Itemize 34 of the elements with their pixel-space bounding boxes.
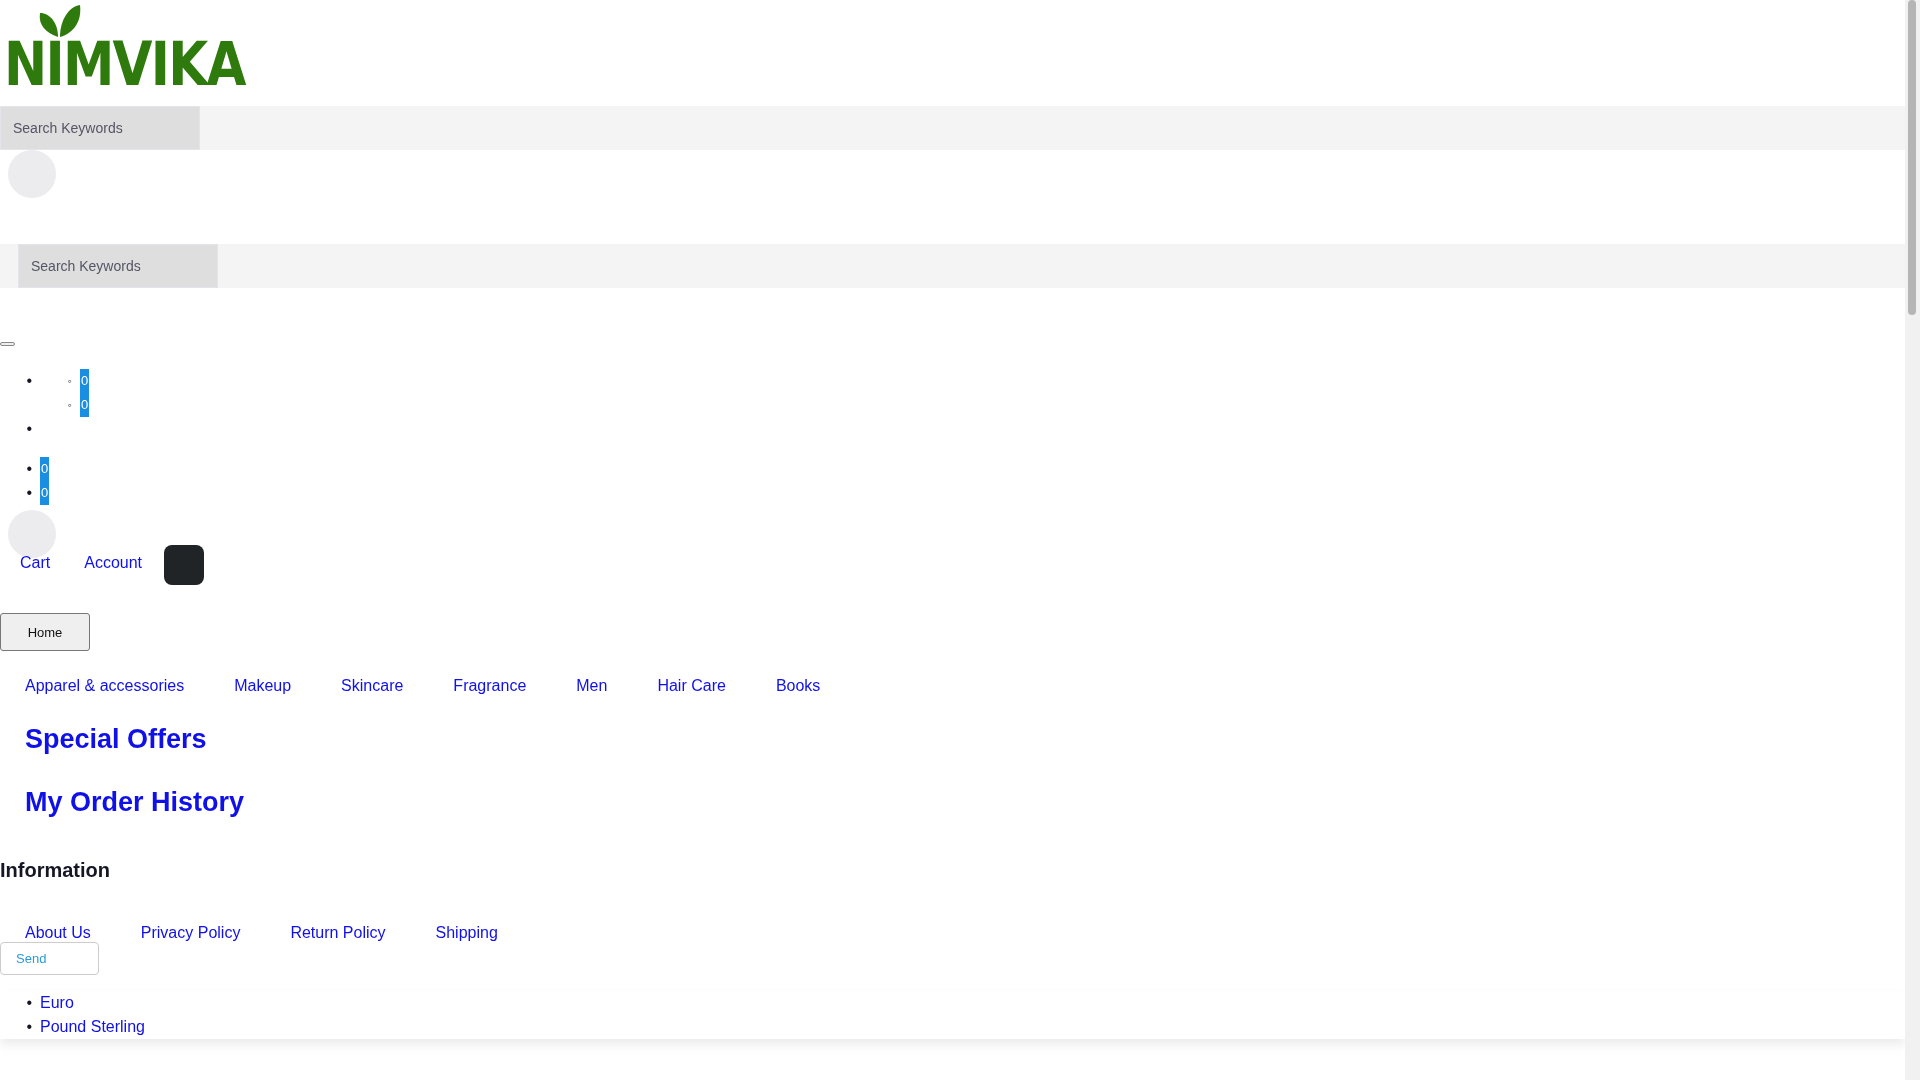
list-bullet: • <box>25 993 33 1013</box>
featured-link[interactable]: My Order History <box>25 786 1905 818</box>
list-bullet: • <box>25 371 33 391</box>
info-link[interactable]: Privacy Policy <box>115 924 266 942</box>
section-heading: Information <box>0 859 111 882</box>
header-link[interactable]: Cart <box>20 554 51 572</box>
info-link[interactable]: Return Policy <box>265 924 411 942</box>
category-link[interactable]: Apparel & accessories <box>0 677 210 695</box>
list-bullet: • <box>25 419 33 439</box>
category-link[interactable]: Fragrance <box>428 677 552 695</box>
search-field[interactable]: Search Keywords <box>18 244 218 288</box>
logo[interactable]: NIMVIKA <box>0 0 262 106</box>
count-badge: 0 <box>80 393 90 417</box>
count-badge: 0 <box>40 457 50 481</box>
count-badge: 0 <box>40 481 50 505</box>
category-link[interactable]: Makeup <box>209 677 317 695</box>
count-badge: 0 <box>80 369 90 393</box>
home-button[interactable]: Home <box>0 613 90 651</box>
category-link[interactable]: Books <box>750 677 846 695</box>
currency-link[interactable]: Euro <box>40 991 74 1015</box>
header-link[interactable]: Account <box>84 554 143 572</box>
list-bullet: • <box>25 1017 33 1037</box>
list-bullet: • <box>25 483 33 503</box>
list-bullet: ◦ <box>66 373 73 390</box>
list-bullet: ◦ <box>66 397 73 414</box>
info-link[interactable]: About Us <box>0 924 116 942</box>
info-link[interactable]: Shipping <box>410 924 523 942</box>
featured-link[interactable]: Special Offers <box>25 723 1905 755</box>
list-bullet: • <box>25 459 33 479</box>
category-link[interactable]: Hair Care <box>632 677 751 695</box>
currency-link[interactable]: Pound Sterling <box>40 1015 145 1039</box>
category-link[interactable]: Men <box>551 677 633 695</box>
search-field[interactable]: Search Keywords <box>0 106 200 150</box>
category-link[interactable]: Skincare <box>316 677 429 695</box>
